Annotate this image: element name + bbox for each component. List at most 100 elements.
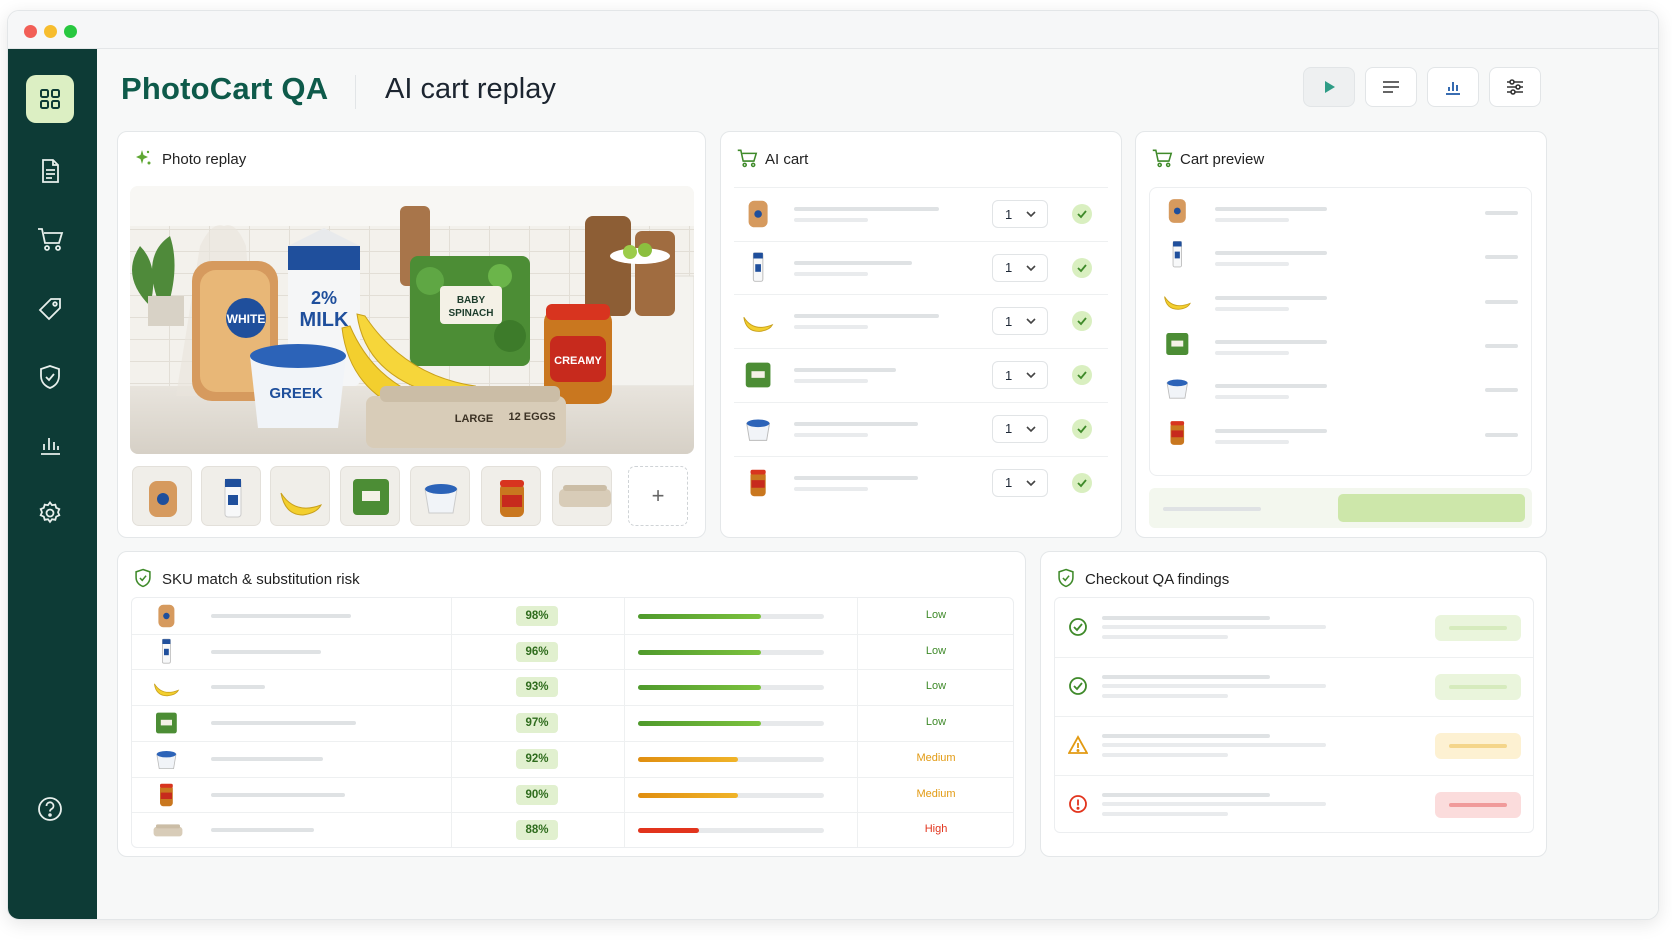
- sidebar-item-documents[interactable]: [26, 147, 74, 195]
- thumbnail-milk[interactable]: [201, 466, 261, 526]
- product-detail-placeholder: [794, 218, 868, 222]
- preview-image-greek-yogurt: [1162, 371, 1196, 405]
- play-button[interactable]: [1303, 67, 1355, 107]
- thumbnail-bread[interactable]: [132, 466, 192, 526]
- match-percent-badge: 97%: [516, 713, 558, 734]
- bar-chart-icon: [41, 438, 60, 455]
- sku-image-bread: [152, 600, 184, 632]
- match-percent-badge: 98%: [516, 606, 558, 626]
- check-icon: [1072, 365, 1092, 386]
- row-divider: [1055, 657, 1533, 658]
- match-score-fill: [638, 721, 761, 727]
- maximize-window-button[interactable]: [64, 25, 77, 38]
- sidebar-item-help[interactable]: [26, 785, 74, 833]
- row-divider: [1055, 716, 1533, 717]
- close-window-button[interactable]: [24, 25, 37, 38]
- row-divider: [1055, 775, 1533, 776]
- quantity-select[interactable]: 1: [992, 253, 1048, 282]
- eggs-photo-label-2: 12 EGGS: [508, 411, 555, 423]
- thumbnail-bananas[interactable]: [270, 466, 330, 526]
- row-divider: [132, 705, 1013, 707]
- quantity-value: 1: [1005, 206, 1013, 222]
- quantity-select[interactable]: 1: [992, 361, 1048, 390]
- risk-level: Low: [925, 609, 947, 621]
- match-score-fill: [638, 756, 739, 762]
- risk-level: Medium: [916, 787, 956, 800]
- finding-detail-placeholder: [1102, 802, 1326, 806]
- spinach-photo-label-2: SPINACH: [448, 308, 493, 319]
- sku-image-peanut-butter: [152, 779, 184, 811]
- row-divider: [734, 187, 1108, 188]
- grocery-photo[interactable]: WHITE 2% MILK BABY SPINACH CREAMY GREEK …: [130, 186, 694, 454]
- preview-name-placeholder: [1215, 339, 1327, 344]
- preview-image-milk: [1162, 238, 1196, 272]
- sidebar-item-dashboard[interactable]: [26, 75, 74, 123]
- row-divider: [734, 294, 1108, 296]
- finding-detail-placeholder: [1102, 635, 1228, 639]
- match-score-fill: [638, 685, 761, 691]
- thumbnail-eggs[interactable]: [552, 466, 612, 526]
- match-score-fill: [638, 828, 700, 834]
- preview-detail-placeholder: [1215, 350, 1289, 355]
- match-score-fill: [638, 792, 739, 798]
- sku-image-milk: [152, 636, 184, 668]
- photo-replay-panel: Photo replay WHITE 2% MILK BABY SPINACH …: [117, 131, 706, 538]
- match-percent-badge: 90%: [516, 784, 558, 805]
- gear-icon: [39, 500, 61, 524]
- chart-view-button[interactable]: [1427, 67, 1479, 107]
- match-score-bar: [638, 828, 824, 834]
- chevron-down-icon: [1026, 318, 1036, 325]
- sidebar-item-settings[interactable]: [26, 489, 74, 537]
- chevron-down-icon: [1026, 211, 1036, 218]
- preview-price-placeholder: [1485, 432, 1518, 437]
- eggs-photo-label-1: LARGE: [455, 413, 494, 425]
- match-score-bar: [638, 792, 824, 798]
- sidebar-item-cart[interactable]: [26, 215, 74, 263]
- check-circle-icon: [1068, 617, 1088, 637]
- match-score-bar: [638, 721, 824, 727]
- cart-icon: [1152, 149, 1173, 168]
- sku-image-spinach: [152, 707, 184, 739]
- check-circle-icon: [1068, 676, 1088, 696]
- product-detail-placeholder: [794, 325, 868, 330]
- thumbnail-peanut-butter[interactable]: [481, 466, 541, 526]
- chevron-down-icon: [1026, 479, 1036, 486]
- list-view-button[interactable]: [1365, 67, 1417, 107]
- product-image-milk: [741, 249, 777, 289]
- match-percent-badge: 93%: [516, 677, 558, 698]
- finding-status-badge[interactable]: [1435, 792, 1521, 818]
- row-divider: [132, 812, 1013, 814]
- sidebar: [8, 49, 97, 919]
- check-icon: [1072, 418, 1092, 439]
- preview-price-placeholder: [1485, 388, 1518, 393]
- sku-name-placeholder: [211, 828, 314, 833]
- quantity-select[interactable]: 1: [992, 414, 1048, 443]
- photo-replay-title: Photo replay: [162, 151, 247, 168]
- sidebar-item-tags[interactable]: [26, 285, 74, 333]
- minimize-window-button[interactable]: [44, 25, 57, 38]
- match-score-bar: [638, 756, 824, 762]
- thumbnail-greek-yogurt[interactable]: [410, 466, 470, 526]
- document-icon: [42, 159, 59, 183]
- filter-settings-button[interactable]: [1489, 67, 1541, 107]
- cart-preview-panel: Cart preview: [1135, 131, 1547, 538]
- risk-level: Medium: [916, 751, 956, 764]
- finding-status-badge[interactable]: [1435, 615, 1521, 641]
- finding-status-badge[interactable]: [1435, 733, 1521, 759]
- sku-name-placeholder: [211, 721, 356, 726]
- preview-detail-placeholder: [1215, 306, 1289, 311]
- sidebar-item-security[interactable]: [26, 353, 74, 401]
- thumbnail-spinach[interactable]: [340, 466, 400, 526]
- quantity-select[interactable]: 1: [992, 468, 1048, 497]
- quantity-value: 1: [1005, 260, 1013, 276]
- sidebar-item-analytics[interactable]: [26, 421, 74, 469]
- preview-image-bananas: [1162, 283, 1196, 317]
- quantity-select[interactable]: 1: [992, 307, 1048, 336]
- row-divider: [132, 776, 1013, 778]
- add-photo-button[interactable]: +: [628, 466, 688, 526]
- sku-name-placeholder: [211, 792, 345, 797]
- finding-status-badge[interactable]: [1435, 674, 1521, 700]
- checkout-button[interactable]: [1338, 494, 1525, 522]
- finding-title-placeholder: [1102, 734, 1270, 738]
- quantity-select[interactable]: 1: [992, 200, 1048, 228]
